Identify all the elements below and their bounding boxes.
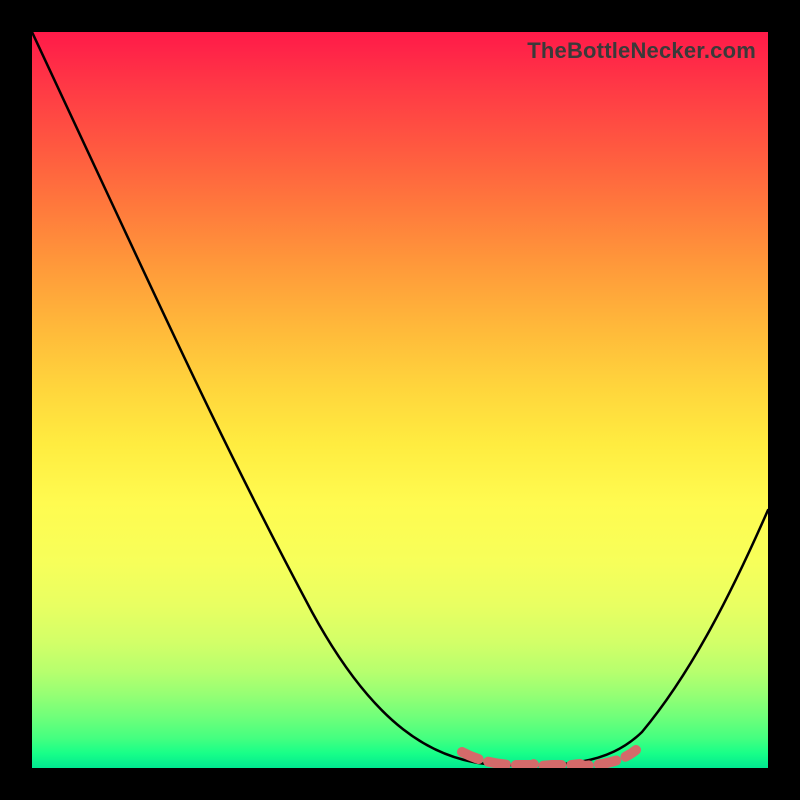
plot-area: TheBottleNecker.com <box>32 32 768 768</box>
bottleneck-curve <box>32 32 768 765</box>
chart-lines <box>32 32 768 768</box>
chart-container: TheBottleNecker.com <box>0 0 800 800</box>
